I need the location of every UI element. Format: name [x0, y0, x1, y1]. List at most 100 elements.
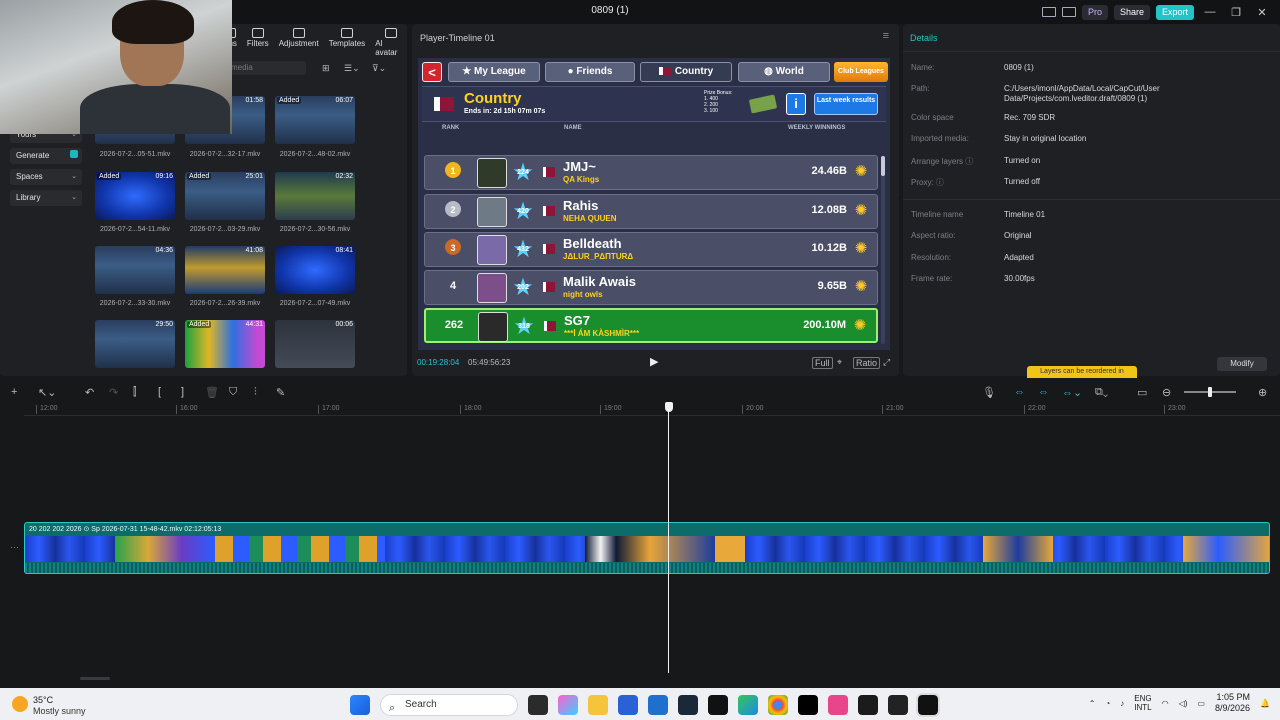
toolbar-item-adjustment[interactable]: Adjustment — [279, 28, 319, 57]
screenshot-icon[interactable]: ⌖ — [835, 357, 844, 368]
sidenav-item-generate[interactable]: Generate — [10, 148, 82, 164]
media-thumbnail[interactable]: 29:50 — [95, 320, 175, 368]
ratio-button[interactable]: Ratio — [853, 357, 881, 369]
sidenav-item-spaces[interactable]: Spaces ⌄ — [10, 169, 82, 185]
volume-icon[interactable]: ◁) — [1179, 699, 1188, 708]
media-thumbnail[interactable]: Added 09:16 — [95, 172, 175, 220]
timeline-ruler[interactable]: 12:00 16:00 17:00 18:00 19:00 20:00 21:0… — [24, 402, 1280, 416]
file-explorer-icon[interactable] — [588, 695, 608, 715]
caption-icon[interactable]: ▭ — [1137, 386, 1147, 399]
microphone-icon[interactable]: 🎙 — [982, 386, 996, 399]
media-caption: 2026-07-2...26-39.mkv — [189, 300, 261, 307]
audio-waveform — [25, 563, 1269, 573]
preview-axis-icon[interactable]: ⧉⌄ — [1095, 386, 1108, 399]
clip-segment[interactable] — [983, 536, 1053, 562]
media-thumbnail[interactable]: 02:32 — [275, 172, 355, 220]
clip-segment[interactable] — [115, 536, 215, 562]
steam-icon[interactable] — [678, 695, 698, 715]
media-thumbnail[interactable]: Added 25:01 — [185, 172, 265, 220]
freeze-icon[interactable]: ⫶ — [254, 386, 257, 399]
media-thumbnail[interactable]: 08:41 — [275, 246, 355, 294]
trim-left-icon[interactable]: [ — [158, 386, 161, 398]
network-icon[interactable]: ◔ — [1105, 699, 1110, 708]
select-tool-icon[interactable]: ↖⌄ — [38, 386, 56, 399]
clip-segment[interactable] — [215, 536, 385, 562]
video-preview[interactable]: < ★ My League ● Friends Country ◍ World … — [418, 58, 890, 350]
snap-icon[interactable]: ⇔⌄ — [1062, 386, 1082, 399]
detail-value: 30.00fps — [1004, 274, 1035, 283]
magnet-icon[interactable]: ⇔ — [1038, 386, 1049, 398]
language-indicator[interactable]: ENG INTL — [1134, 694, 1151, 712]
layout-icon[interactable] — [1041, 7, 1056, 17]
export-button[interactable]: Export — [1155, 4, 1194, 20]
clip-segment[interactable] — [1183, 536, 1269, 562]
toolbar-item-templates[interactable]: Templates — [329, 28, 365, 57]
timeline-scrollbar[interactable] — [80, 677, 110, 680]
menu-icon[interactable]: ≡ — [883, 30, 889, 42]
player-name: SG7 — [564, 313, 591, 328]
media-thumbnail[interactable]: 04:36 — [95, 246, 175, 294]
qatar-flag-icon — [544, 321, 556, 331]
sidenav-item-library[interactable]: Library ⌄ — [10, 190, 82, 206]
add-track-icon[interactable]: + — [11, 386, 17, 398]
trim-right-icon[interactable]: ] — [181, 386, 184, 398]
app-icon[interactable] — [828, 695, 848, 715]
app-icon[interactable] — [708, 695, 728, 715]
clip-segment[interactable] — [585, 536, 715, 562]
chrome-icon[interactable] — [768, 695, 788, 715]
pro-button[interactable]: Pro — [1081, 4, 1108, 20]
copilot-icon[interactable] — [558, 695, 578, 715]
edge-icon[interactable] — [738, 695, 758, 715]
edit-icon[interactable]: ✎ — [276, 386, 285, 399]
media-thumbnail[interactable]: Added 06:07 — [275, 96, 355, 144]
media-thumbnail[interactable]: 00:06 — [275, 320, 355, 368]
play-button[interactable]: ▶ — [650, 355, 658, 368]
taskbar-search[interactable]: ⌕ Search — [380, 694, 518, 716]
capcut-icon[interactable] — [916, 693, 940, 717]
fullscreen-icon[interactable]: ⤢ — [881, 357, 892, 368]
notification-icon[interactable]: 🔔 — [1260, 699, 1270, 708]
undo-icon[interactable]: ↶ — [85, 386, 94, 399]
clock[interactable]: 1:05 PM 8/9/2026 — [1215, 692, 1250, 714]
share-button[interactable]: Share — [1113, 4, 1150, 20]
zoom-out-icon[interactable]: ⊖ — [1162, 386, 1171, 399]
webcam-person-hair — [112, 0, 194, 44]
maximize-button[interactable]: ❐ — [1226, 6, 1246, 19]
microphone-icon[interactable]: ♪ — [1120, 699, 1124, 708]
chevron-up-icon[interactable]: ⌃ — [1089, 699, 1096, 708]
playhead-line[interactable] — [668, 403, 669, 673]
full-quality-button[interactable]: Full — [812, 357, 833, 369]
link-icon[interactable]: ⇔ — [1014, 386, 1025, 398]
windows-start-icon[interactable] — [350, 695, 370, 715]
zoom-slider-handle[interactable] — [1208, 387, 1212, 397]
minimize-button[interactable]: — — [1200, 6, 1220, 18]
toolbar-item-ai-avatar[interactable]: AI avatar — [375, 28, 407, 57]
tiktok-icon[interactable] — [798, 695, 818, 715]
app-icon[interactable] — [888, 695, 908, 715]
outlook-icon[interactable] — [648, 695, 668, 715]
zoom-fit-icon[interactable]: ⊕ — [1258, 386, 1267, 399]
sort-icon[interactable]: ☰⌄ — [344, 63, 360, 74]
split-icon[interactable]: ⫿ — [133, 386, 137, 399]
playhead-handle[interactable] — [665, 402, 673, 412]
toolbar-item-filters[interactable]: Filters — [247, 28, 269, 57]
close-button[interactable]: ✕ — [1252, 6, 1272, 19]
media-thumbnail[interactable]: Added 44:31 — [185, 320, 265, 368]
filter-icon[interactable]: ⊽⌄ — [372, 63, 386, 74]
shield-icon[interactable]: ⛉ — [229, 386, 237, 399]
task-view-icon[interactable] — [528, 695, 548, 715]
video-track[interactable]: 20 202 202 2026 ⊙ Sp 2026-07-31 15-48-42… — [24, 522, 1270, 574]
battery-icon[interactable]: ▭ — [1197, 699, 1205, 708]
modify-button[interactable]: Modify — [1217, 357, 1267, 371]
delete-icon[interactable]: 🗑 — [205, 386, 219, 399]
redo-icon[interactable]: ↷ — [109, 386, 118, 399]
media-app-icon[interactable] — [858, 695, 878, 715]
track-handle-icon[interactable]: ⋯ — [10, 542, 19, 553]
media-search-input[interactable]: media — [228, 61, 306, 75]
panel-icon[interactable] — [1061, 7, 1076, 17]
grid-view-icon[interactable]: ⊞ — [322, 63, 330, 74]
wifi-icon[interactable]: ◠ — [1162, 699, 1169, 708]
store-icon[interactable] — [618, 695, 638, 715]
clip-segment[interactable] — [715, 536, 745, 562]
media-thumbnail[interactable]: 41:08 — [185, 246, 265, 294]
